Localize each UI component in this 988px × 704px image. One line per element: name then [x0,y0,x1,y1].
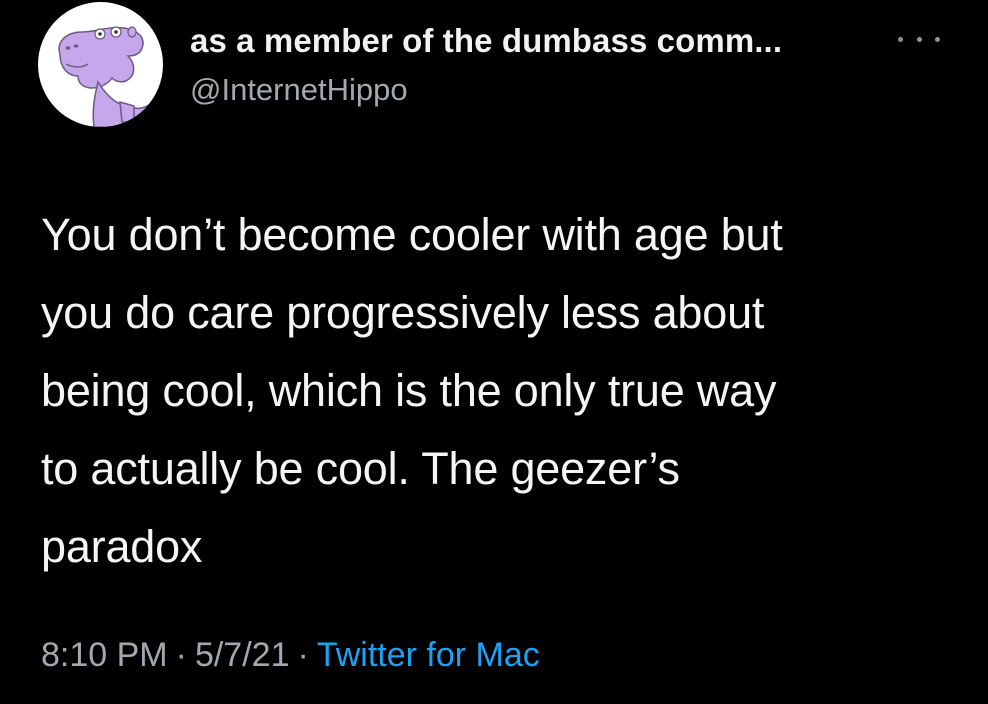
tweet-source-link[interactable]: Twitter for Mac [317,636,540,674]
tweet-date[interactable]: 5/7/21 [195,636,290,674]
hippo-avatar-icon [58,26,159,127]
tweet-text-line: to actually be cool. The geezer’s [41,443,680,494]
tweet-card: as a member of the dumbass comm... @Inte… [0,0,988,704]
more-options-button[interactable] [898,28,940,50]
meta-separator: · [175,636,187,674]
user-handle[interactable]: @InternetHippo [190,72,408,108]
tweet-text-line: you do care progressively less about [41,287,765,338]
tweet-text: You don’t become cooler with age but you… [41,196,951,586]
display-name[interactable]: as a member of the dumbass comm... [190,22,782,60]
tweet-text-line: being cool, which is the only true way [41,365,777,416]
avatar[interactable] [38,2,163,127]
tweet-text-line: You don’t become cooler with age but [41,209,783,260]
more-options-icon [898,36,903,42]
tweet-text-line: paradox [41,521,203,572]
more-options-icon-dot [916,36,922,42]
tweet-time[interactable]: 8:10 PM [41,636,168,674]
meta-separator: · [297,636,309,674]
tweet-metadata: 8:10 PM · 5/7/21 · Twitter for Mac [41,636,540,675]
more-options-icon-dot [935,36,940,42]
